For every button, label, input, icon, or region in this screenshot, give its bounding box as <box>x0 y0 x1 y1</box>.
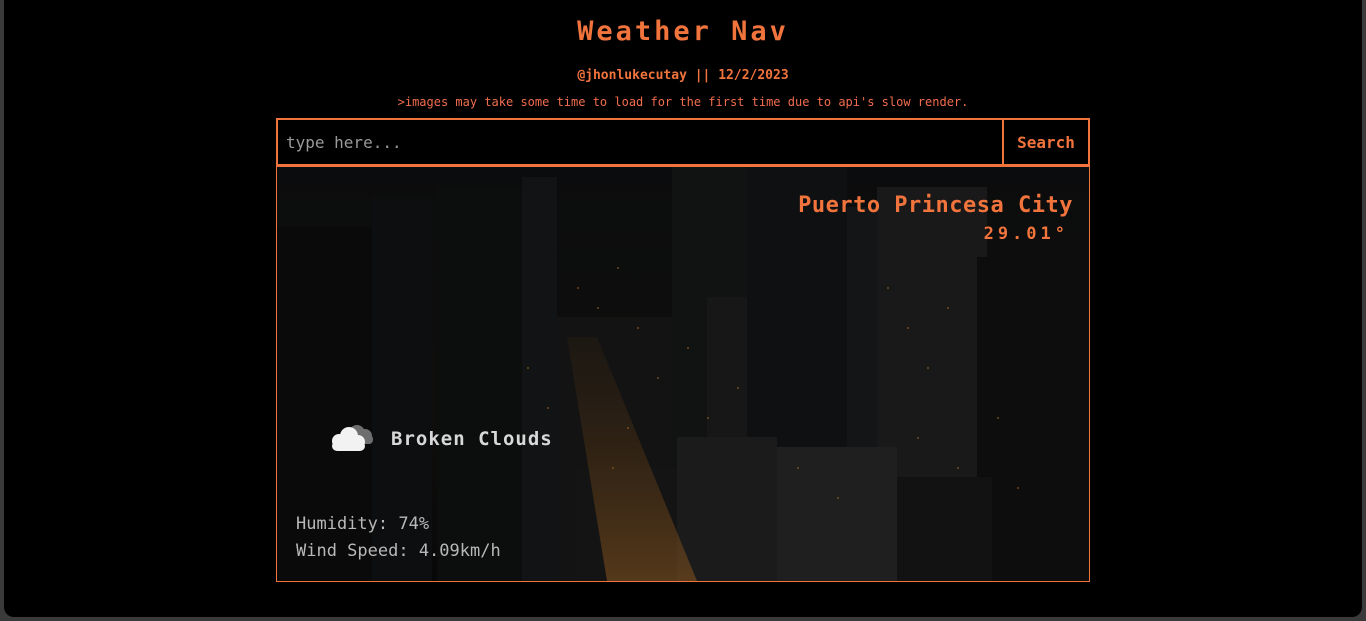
search-bar: Search <box>276 118 1090 166</box>
weather-card: Puerto Princesa City 29.01° Broken Cloud… <box>276 166 1090 582</box>
weather-condition: Broken Clouds <box>325 419 553 459</box>
city-name: Puerto Princesa City <box>798 193 1073 218</box>
broken-clouds-icon <box>332 425 373 451</box>
weather-stats: Humidity: 74% Wind Speed: 4.09km/h <box>296 511 501 565</box>
loading-notice: >images may take some time to load for t… <box>397 95 969 109</box>
wind-speed-text: Wind Speed: 4.09km/h <box>296 541 501 561</box>
search-button[interactable]: Search <box>1002 120 1088 164</box>
search-input[interactable] <box>278 120 1002 164</box>
app-window: Weather Nav @jhonlukecutay || 12/2/2023 … <box>4 0 1362 617</box>
author-credit: @jhonlukecutay || 12/2/2023 <box>577 68 789 83</box>
page-title: Weather Nav <box>577 16 789 47</box>
condition-text: Broken Clouds <box>391 428 553 450</box>
temperature: 29.01° <box>983 224 1069 244</box>
humidity-text: Humidity: 74% <box>296 514 430 534</box>
